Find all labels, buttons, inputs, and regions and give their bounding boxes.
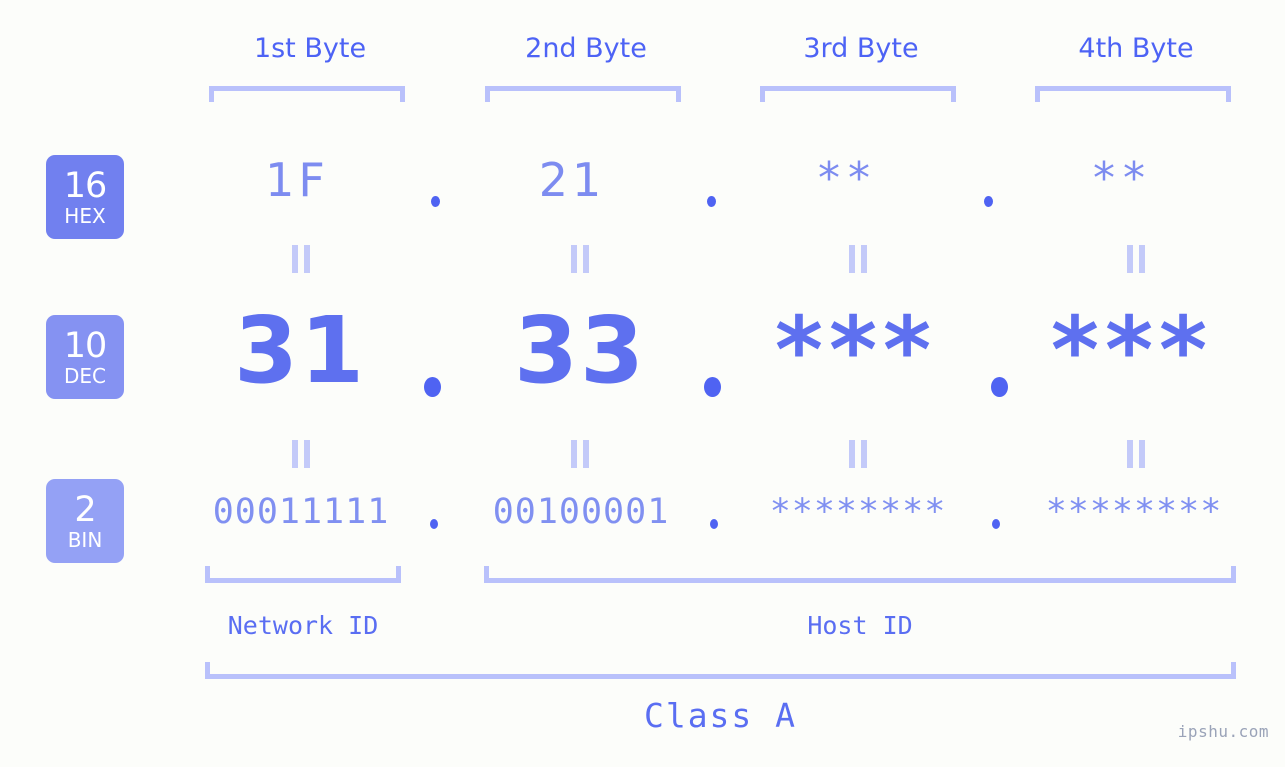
byte-bracket-top-1 [209,86,405,102]
hex-dot-separator-3 [984,196,993,207]
dec-byte-1: 31 [233,297,367,404]
host-id-label: Host ID [807,611,913,640]
site-watermark: ipshu.com [1177,722,1269,741]
equals-mark-hex-dec-3 [846,245,870,273]
network-id-bracket [205,566,401,583]
dec-byte-4: *** [1050,297,1214,404]
byte-header-2: 2nd Byte [525,33,647,64]
byte-header-1: 1st Byte [253,33,367,64]
radix-badge-bin-abbr: BIN [67,527,103,552]
host-id-bracket [484,566,1236,583]
radix-badge-hex: 16 HEX [46,155,124,239]
radix-badge-dec-number: 10 [63,325,108,366]
radix-badge-hex-number: 16 [63,165,108,206]
bin-byte-4: ******** [1045,492,1223,532]
byte-bracket-top-4 [1035,86,1231,102]
byte-bracket-top-3 [760,86,956,102]
bin-byte-2: 00100001 [492,492,670,532]
bin-dot-separator-3 [992,519,1000,529]
hex-byte-2: 21 [538,153,606,207]
dec-dot-separator-1 [424,377,441,397]
byte-bracket-top-2 [485,86,681,102]
hex-dot-separator-2 [707,196,716,207]
equals-mark-dec-bin-2 [568,440,592,468]
equals-mark-hex-dec-2 [568,245,592,273]
ip-address-breakdown-diagram: 1st Byte 2nd Byte 3rd Byte 4th Byte 16 H… [0,0,1285,767]
dec-dot-separator-2 [704,377,721,397]
hex-byte-4: ** [1093,153,1153,204]
dec-byte-3: *** [774,297,938,404]
equals-mark-dec-bin-1 [289,440,313,468]
radix-badge-hex-abbr: HEX [64,203,106,228]
dec-dot-separator-3 [991,377,1008,397]
class-bracket [205,662,1236,679]
bin-byte-1: 00011111 [212,492,390,532]
bin-dot-separator-1 [430,519,438,529]
bin-byte-3: ******** [769,492,947,532]
radix-badge-dec-abbr: DEC [63,363,106,388]
network-id-label: Network ID [227,611,379,640]
byte-header-4: 4th Byte [1078,33,1194,64]
radix-badge-bin-number: 2 [74,489,96,530]
radix-badge-dec: 10 DEC [46,315,124,399]
equals-mark-hex-dec-1 [289,245,313,273]
equals-mark-dec-bin-3 [846,440,870,468]
equals-mark-hex-dec-4 [1124,245,1148,273]
dec-byte-2: 33 [513,297,647,404]
class-label: Class A [643,696,798,735]
hex-byte-3: ** [818,153,878,204]
bin-dot-separator-2 [710,519,718,529]
byte-header-3: 3rd Byte [803,33,919,64]
hex-dot-separator-1 [431,196,440,207]
hex-byte-1: 1F [265,153,329,207]
equals-mark-dec-bin-4 [1124,440,1148,468]
radix-badge-bin: 2 BIN [46,479,124,563]
